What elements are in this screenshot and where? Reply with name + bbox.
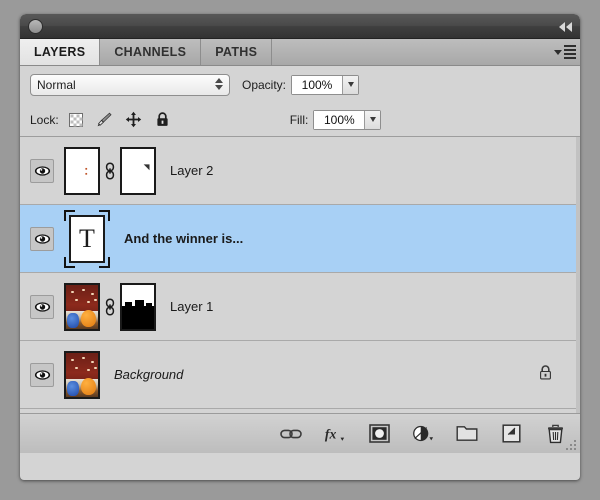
photo-thumbnail-art	[66, 285, 98, 329]
layer-link-icon[interactable]	[100, 298, 120, 316]
layer-visibility-toggle[interactable]	[20, 341, 64, 408]
opacity-field[interactable]: 100%	[291, 75, 359, 95]
layer-thumbnail[interactable]	[64, 283, 100, 331]
layer-thumbnails	[64, 351, 100, 399]
panel-menu-icon[interactable]	[550, 39, 580, 65]
folder-icon[interactable]	[456, 423, 478, 445]
mask-circle-icon[interactable]	[368, 423, 390, 445]
eye-icon	[34, 165, 51, 177]
blend-mode-value: Normal	[37, 78, 76, 92]
move-arrows-icon[interactable]	[125, 111, 143, 129]
layer-visibility-toggle[interactable]	[20, 205, 64, 272]
text-layer-thumbnail[interactable]: T	[69, 215, 105, 263]
panel-title-bar	[20, 14, 580, 39]
eye-icon	[34, 369, 51, 381]
fill-label: Fill:	[290, 113, 309, 127]
lock-icon[interactable]	[154, 111, 172, 129]
close-button[interactable]	[28, 19, 43, 34]
fx-icon[interactable]: fx	[324, 423, 346, 445]
chain-link-icon[interactable]	[280, 423, 302, 445]
resize-grip[interactable]	[562, 436, 576, 450]
background-lock-icon	[537, 363, 554, 386]
layer-name[interactable]: Layer 2	[170, 163, 213, 178]
blend-opacity-row: Normal Opacity: 100%	[20, 66, 580, 103]
opacity-value[interactable]: 100%	[292, 76, 342, 94]
layer-thumbnails: T	[64, 210, 110, 268]
lock-fill-row: Lock:	[20, 103, 580, 136]
eye-icon	[34, 301, 51, 313]
layer-thumbnails: ▪ ▪ ◥	[64, 147, 156, 195]
collapse-arrows-icon[interactable]	[550, 20, 572, 33]
fill-value[interactable]: 100%	[314, 111, 364, 129]
table-row[interactable]: ▪ ▪ ◥ Layer 2	[20, 137, 580, 205]
fill-dropdown-icon[interactable]	[364, 111, 380, 129]
lock-label: Lock:	[30, 113, 59, 127]
checkerboard-icon[interactable]	[67, 111, 85, 129]
type-T-icon: T	[71, 217, 103, 261]
tab-bar-filler	[272, 39, 550, 65]
panel-tab-bar: LAYERS CHANNELS PATHS	[20, 39, 580, 66]
layer-thumbnail[interactable]	[64, 351, 100, 399]
layer-mask-thumbnail[interactable]: ◥	[120, 147, 156, 195]
layer-list[interactable]: ▪ ▪ ◥ Layer 2	[20, 137, 580, 413]
opacity-label: Opacity:	[242, 78, 286, 92]
tab-paths-label: PATHS	[215, 45, 257, 59]
brush-icon[interactable]	[96, 111, 114, 129]
opacity-dropdown-icon[interactable]	[342, 76, 358, 94]
layers-bottom-toolbar: fx	[20, 413, 580, 453]
layer-controls: Normal Opacity: 100% Lock:	[20, 66, 580, 137]
table-row[interactable]: T And the winner is...	[20, 205, 580, 273]
layer-name[interactable]: Background	[114, 367, 183, 382]
layers-panel: LAYERS CHANNELS PATHS Normal Opacity: 10…	[20, 14, 580, 480]
layer-thumbnail[interactable]: ▪ ▪	[64, 147, 100, 195]
selected-thumbnail-brackets: T	[64, 210, 110, 268]
blend-mode-select[interactable]: Normal	[30, 74, 230, 96]
layer-name[interactable]: Layer 1	[170, 299, 213, 314]
photo-thumbnail-art	[66, 353, 98, 397]
layer-mask-thumbnail[interactable]	[120, 283, 156, 331]
table-row[interactable]: Background	[20, 341, 580, 409]
mask-thumbnail-art	[122, 285, 154, 329]
svg-text:fx: fx	[325, 426, 337, 441]
tab-channels-label: CHANNELS	[114, 45, 186, 59]
tab-channels[interactable]: CHANNELS	[100, 39, 201, 65]
blend-mode-stepper-icon[interactable]	[215, 78, 223, 90]
layer-list-scrollbar[interactable]	[576, 137, 580, 413]
eye-icon	[34, 233, 51, 245]
tab-layers[interactable]: LAYERS	[20, 39, 100, 65]
layer-name[interactable]: And the winner is...	[124, 231, 243, 246]
lock-icon-group	[67, 111, 172, 129]
layer-visibility-toggle[interactable]	[20, 137, 64, 204]
layer-thumbnails	[64, 283, 156, 331]
layer-link-icon[interactable]	[100, 162, 120, 180]
new-layer-icon[interactable]	[500, 423, 522, 445]
half-circle-icon[interactable]	[412, 423, 434, 445]
table-row[interactable]: Layer 1	[20, 273, 580, 341]
fill-field[interactable]: 100%	[313, 110, 381, 130]
tab-paths[interactable]: PATHS	[201, 39, 272, 65]
layer-visibility-toggle[interactable]	[20, 273, 64, 340]
tab-layers-label: LAYERS	[34, 45, 85, 59]
